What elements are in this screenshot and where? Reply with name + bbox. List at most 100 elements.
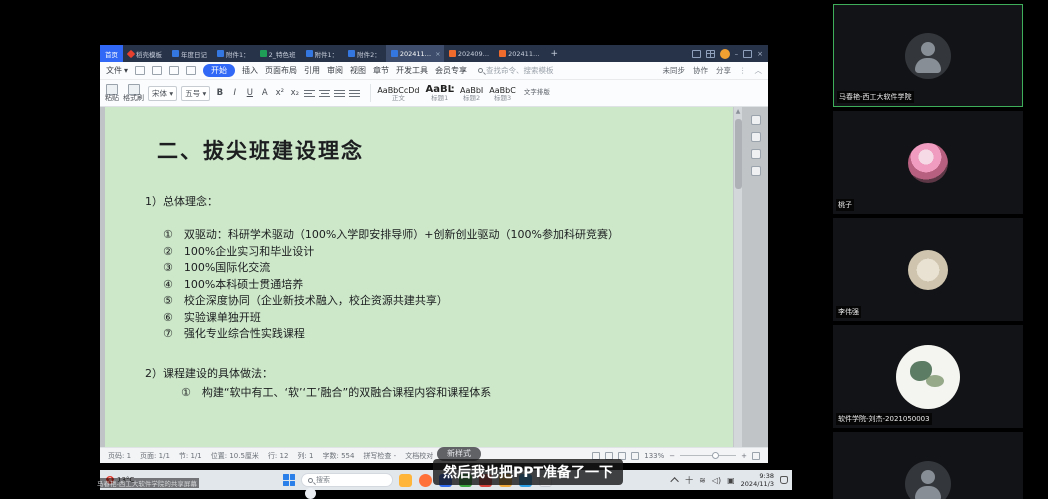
zoom-slider[interactable] (680, 455, 736, 456)
tab-doc-attachment1[interactable]: 附件1： (212, 45, 255, 62)
volume-icon[interactable]: ◁) (712, 476, 721, 485)
tab-sheet-special-class[interactable]: 2_特色班 (255, 45, 301, 62)
line-spacing-icon[interactable] (349, 89, 360, 98)
doc-list-item: ① 双驱动：科研学术驱动（100%入学即安排导师）+创新创业驱动（100%参加科… (163, 227, 619, 244)
tab-doc-yearly-diary[interactable]: 年度日记 (167, 45, 212, 62)
command-search[interactable]: 查找命令、搜索模板 (478, 65, 554, 76)
zoom-in-button[interactable]: + (741, 452, 747, 460)
hidden-icons-chevron[interactable] (670, 477, 678, 485)
underline-button[interactable]: U (244, 88, 255, 98)
style-normal[interactable]: AaBbCcDd正文 (377, 86, 419, 103)
font-color-button[interactable]: A (259, 88, 270, 98)
account-avatar[interactable] (720, 49, 730, 59)
participant-tile[interactable]: 桃子 (833, 111, 1023, 214)
comment-tool-icon[interactable] (751, 132, 761, 142)
pen-tool-icon[interactable] (751, 149, 761, 159)
collapse-ribbon-icon[interactable]: ︿ (755, 65, 763, 76)
print-icon[interactable] (169, 66, 179, 75)
tab-list-icon[interactable] (692, 50, 701, 58)
zoom-out-button[interactable]: − (669, 452, 675, 460)
ribbon-tab-insert[interactable]: 插入 (242, 65, 258, 76)
share-button[interactable]: 分享 (716, 65, 731, 76)
font-family-select[interactable]: 宋体 ▾ (148, 86, 177, 101)
ribbon-tab-view[interactable]: 视图 (350, 65, 366, 76)
style-heading1[interactable]: AaBĿ标题1 (425, 84, 453, 103)
cloud-sync-status[interactable]: 未同步 (663, 65, 686, 76)
style-heading3[interactable]: AaBbC标题3 (489, 86, 516, 103)
eye-protect-icon[interactable] (631, 452, 639, 460)
tab-home[interactable]: 首页 (100, 45, 123, 62)
ribbon-tab-review[interactable]: 审阅 (327, 65, 343, 76)
participant-name: 李伟强 (836, 306, 861, 318)
wifi-icon[interactable]: ≋ (699, 476, 706, 485)
participant-tile[interactable] (833, 432, 1023, 499)
status-proofread[interactable]: 文档校对 (405, 451, 433, 461)
style-heading2[interactable]: AaBbI标题2 (460, 86, 483, 103)
taskbar-search[interactable]: 搜索 (301, 473, 393, 487)
tab-label: 202411… (400, 50, 431, 58)
ribbon-tab-dev-tools[interactable]: 开发工具 (396, 65, 428, 76)
status-word-count[interactable]: 字数: 554 (322, 451, 354, 461)
scroll-up-icon[interactable]: ▲ (734, 107, 742, 116)
tab-ppt-202411[interactable]: 202411… (494, 45, 544, 62)
camera-icon[interactable]: ▣ (727, 476, 735, 485)
tab-ppt-202409[interactable]: 202409… (444, 45, 494, 62)
align-center-icon[interactable] (319, 89, 330, 98)
participant-tile[interactable]: 李伟强 (833, 218, 1023, 321)
paste-button[interactable]: 粘贴 (105, 84, 119, 103)
superscript-button[interactable]: x² (274, 88, 285, 98)
participant-name: 桃子 (836, 199, 854, 211)
bold-button[interactable]: B (214, 88, 225, 98)
ribbon-tab-section[interactable]: 章节 (373, 65, 389, 76)
participant-tile[interactable]: 软件学院-刘杰-2021050003 (833, 325, 1023, 428)
bookmark-tool-icon[interactable] (751, 166, 761, 176)
vertical-scrollbar[interactable]: ▲ (733, 107, 742, 447)
doc-list-item: ③ 100%国际化交流 (163, 260, 619, 277)
align-left-icon[interactable] (304, 89, 315, 98)
status-spellcheck[interactable]: 拼写检查 - (363, 451, 396, 461)
close-button[interactable]: × (757, 50, 763, 58)
clock-time: 9:38 (741, 472, 774, 480)
print-preview-icon[interactable] (186, 66, 196, 75)
firefox-icon[interactable] (419, 474, 432, 487)
text-layout-button[interactable]: 文字排版 (524, 89, 550, 96)
new-tab-button[interactable]: + (544, 49, 564, 59)
tab-doc-attachment2[interactable]: 附件2： (343, 45, 386, 62)
participant-tile[interactable]: 马春艳-西工大软件学院 (833, 4, 1023, 107)
subscript-button[interactable]: x₂ (289, 88, 300, 98)
restore-button[interactable] (743, 50, 752, 58)
zoom-slider-knob[interactable] (712, 452, 719, 459)
style-gallery: AaBbCcDd正文 AaBĿ标题1 AaBbI标题2 AaBbC标题3 (370, 84, 516, 103)
document-page[interactable]: 二、拔尖班建设理念 1）总体理念： ① 双驱动：科研学术驱动（100%入学即安排… (105, 107, 737, 447)
minimize-button[interactable]: – (735, 50, 739, 58)
doc-list-item: ⑤ 校企深度协同（企业新技术融入，校企资源共建共享） (163, 293, 619, 310)
format-painter-button[interactable]: 格式刷 (123, 84, 144, 103)
ribbon-tab-page-layout[interactable]: 页面布局 (265, 65, 297, 76)
font-size-select[interactable]: 五号 ▾ (181, 86, 210, 101)
file-explorer-icon[interactable] (399, 474, 412, 487)
start-button[interactable] (283, 474, 295, 486)
collaborate-button[interactable]: 协作 (693, 65, 708, 76)
person-avatar-icon (905, 461, 951, 499)
ribbon-tab-references[interactable]: 引用 (304, 65, 320, 76)
file-menu[interactable]: 文件 ▾ (106, 65, 128, 76)
taskbar-clock[interactable]: 9:38 2024/11/3 (741, 472, 774, 488)
justify-icon[interactable] (334, 89, 345, 98)
fullscreen-icon[interactable] (752, 452, 760, 460)
notification-center-icon[interactable] (780, 476, 788, 484)
edit-tool-icon[interactable] (751, 115, 761, 125)
tab-doc-attachment1b[interactable]: 附件1： (301, 45, 344, 62)
tab-doc-202411-current[interactable]: 202411… × (386, 45, 444, 62)
save-icon[interactable] (135, 66, 145, 75)
tab-docer-template[interactable]: 稻壳模板 (123, 45, 167, 62)
italic-button[interactable]: I (229, 88, 240, 98)
zoom-level[interactable]: 133% (644, 452, 664, 460)
ribbon-tab-start[interactable]: 开始 (203, 64, 235, 77)
tab-close-icon[interactable]: × (435, 50, 440, 58)
more-menu-icon[interactable]: ⋮ (739, 66, 747, 75)
workspace-grid-icon[interactable] (706, 50, 715, 58)
input-method-icon[interactable]: 十 (685, 475, 693, 486)
ribbon-tab-member[interactable]: 会员专享 (435, 65, 467, 76)
export-pdf-icon[interactable] (152, 66, 162, 75)
scrollbar-thumb[interactable] (735, 119, 742, 189)
